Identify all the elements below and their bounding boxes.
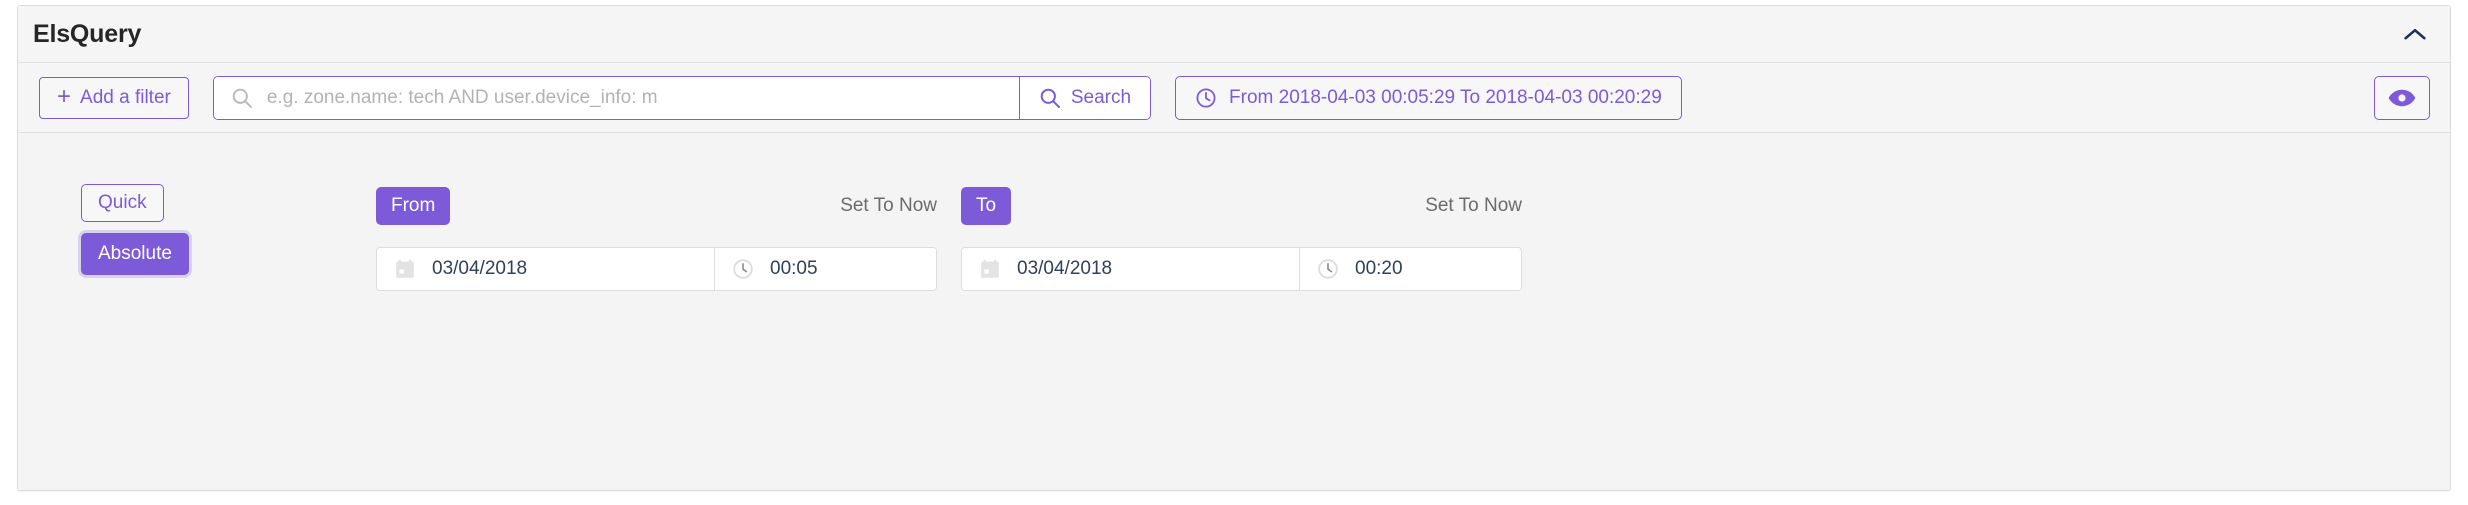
search-icon	[231, 87, 253, 109]
calendar-icon	[394, 258, 416, 280]
date-picker-body: Quick Absolute From Set To Now 03/04/201…	[18, 133, 2450, 490]
add-filter-label: Add a filter	[80, 86, 171, 108]
from-time-input[interactable]	[768, 257, 919, 281]
from-fields	[376, 247, 937, 291]
calendar-icon	[979, 258, 1001, 280]
picker-mode-group: Quick Absolute	[81, 184, 189, 275]
to-pane: To Set To Now	[961, 133, 1522, 490]
collapse-panel-button[interactable]	[2397, 16, 2433, 52]
picker-mode-quick-label: Quick	[98, 192, 147, 213]
date-range-label: From 2018-04-03 00:05:29 To 2018-04-03 0…	[1229, 86, 1662, 108]
eye-icon	[2387, 87, 2417, 109]
search-group: Search	[212, 75, 1152, 120]
add-filter-button[interactable]: + Add a filter	[39, 76, 189, 119]
to-pane-header: To Set To Now	[961, 186, 1522, 226]
search-field	[213, 76, 1020, 119]
clock-icon	[1317, 258, 1339, 280]
search-button[interactable]: Search	[1019, 76, 1151, 119]
date-range-button[interactable]: From 2018-04-03 00:05:29 To 2018-04-03 0…	[1175, 75, 1682, 120]
to-fields	[961, 247, 1522, 291]
from-date-input[interactable]	[430, 257, 697, 281]
from-date-field[interactable]	[377, 248, 715, 290]
to-time-field[interactable]	[1300, 248, 1521, 290]
picker-mode-absolute-label: Absolute	[98, 243, 172, 264]
to-time-input[interactable]	[1353, 257, 1504, 281]
from-tab[interactable]: From	[376, 187, 451, 225]
search-icon	[1039, 87, 1061, 109]
toggle-visibility-button[interactable]	[2374, 75, 2430, 120]
from-pane: From Set To Now	[376, 133, 937, 490]
query-toolbar: + Add a filter e.g. zone.name: tech AND …	[18, 63, 2450, 133]
to-set-to-now-link[interactable]: Set To Now	[1425, 195, 1522, 217]
to-date-input[interactable]	[1015, 257, 1282, 281]
search-button-label: Search	[1070, 86, 1132, 108]
plus-icon: +	[57, 82, 72, 110]
from-tab-label: From	[391, 195, 436, 216]
from-set-to-now-link[interactable]: Set To Now	[840, 195, 937, 217]
to-tab[interactable]: To	[961, 187, 1012, 225]
page-title: ElsQuery	[33, 19, 142, 48]
clock-icon	[732, 258, 754, 280]
elsquery-app: ElsQuery + Add a filter e.g. zone.name: …	[0, 0, 2468, 505]
to-date-field[interactable]	[962, 248, 1300, 290]
from-time-field[interactable]	[715, 248, 936, 290]
picker-mode-absolute[interactable]: Absolute	[81, 233, 189, 275]
panel-header: ElsQuery	[18, 6, 2450, 63]
from-pane-header: From Set To Now	[376, 186, 937, 226]
elsquery-panel: ElsQuery + Add a filter e.g. zone.name: …	[17, 5, 2451, 491]
clock-icon	[1195, 87, 1217, 109]
search-input[interactable]	[264, 85, 1005, 110]
chevron-up-icon	[2404, 28, 2426, 40]
picker-mode-quick[interactable]: Quick	[81, 184, 164, 222]
to-tab-label: To	[976, 195, 997, 216]
